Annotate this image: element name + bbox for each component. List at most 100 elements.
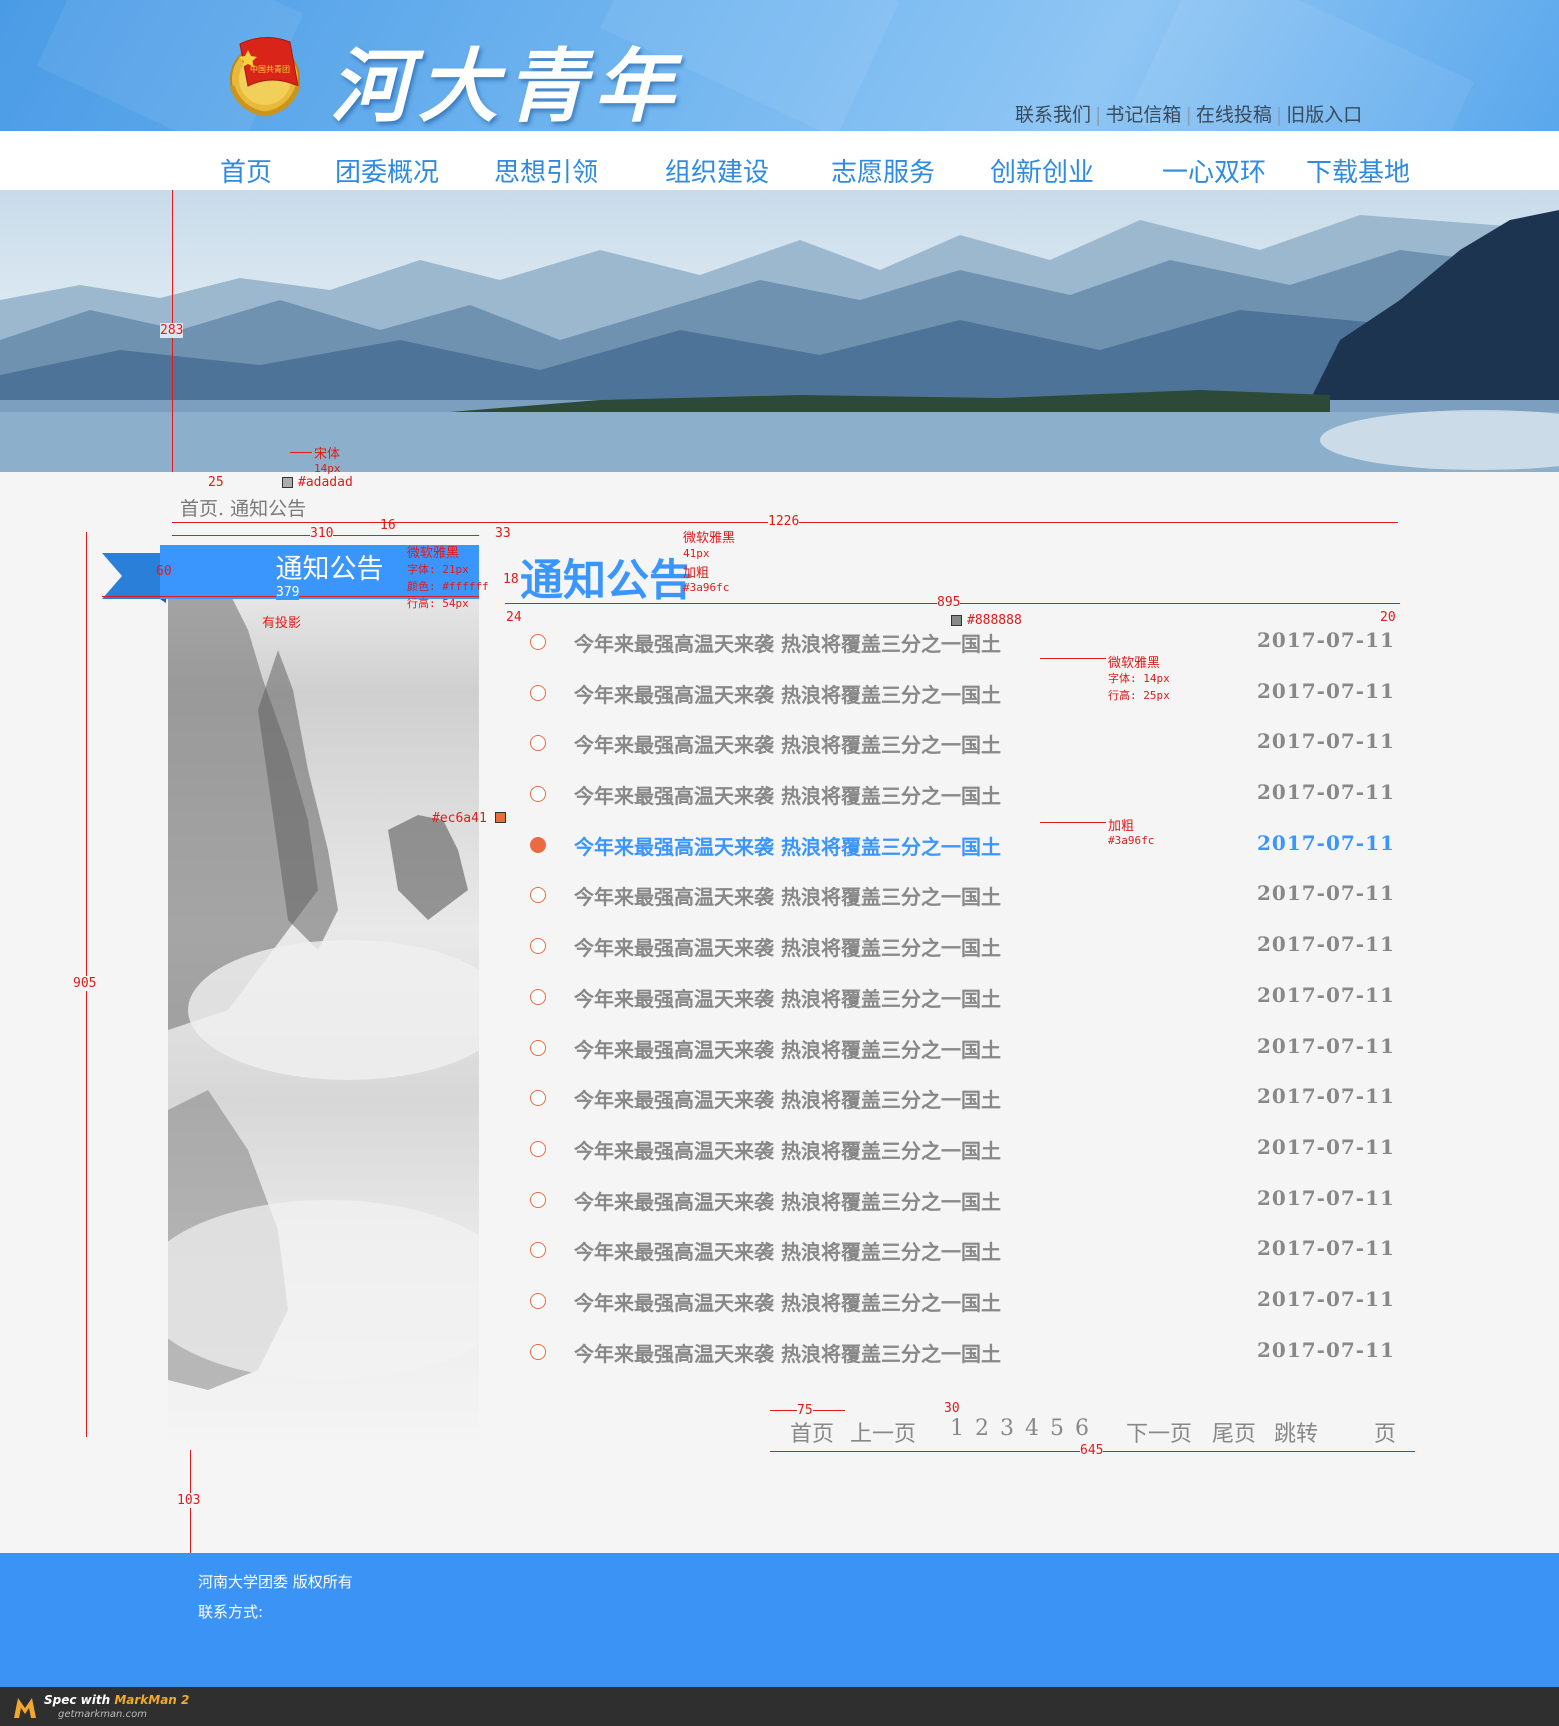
list-item[interactable]: 今年来最强高温天来袭 热浪将覆盖三分之一国土 2017-07-11: [520, 1220, 1415, 1271]
spec-crumb-offset: 25: [208, 475, 224, 490]
pager-page-3[interactable]: 3: [1000, 1416, 1014, 1441]
nav-item-innovation[interactable]: 创新创业: [990, 152, 1094, 189]
notice-date: 2017-07-11: [1257, 1134, 1395, 1159]
pager-first[interactable]: 首页: [790, 1416, 834, 1448]
notice-title[interactable]: 今年来最强高温天来袭 热浪将覆盖三分之一国土: [574, 932, 1001, 961]
list-item[interactable]: 今年来最强高温天来袭 热浪将覆盖三分之一国土 2017-07-11: [520, 1170, 1415, 1221]
pager-page-5[interactable]: 5: [1050, 1416, 1064, 1441]
list-item[interactable]: 今年来最强高温天来袭 热浪将覆盖三分之一国土 2017-07-11: [520, 1271, 1415, 1322]
spec-dot-color: #ec6a41: [432, 811, 487, 826]
bullet-dot-icon: [530, 684, 546, 701]
breadcrumb[interactable]: 首页. 通知公告: [180, 494, 306, 521]
list-item[interactable]: 今年来最强高温天来袭 热浪将覆盖三分之一国土 2017-07-11: [520, 967, 1415, 1018]
list-item[interactable]: 今年来最强高温天来袭 热浪将覆盖三分之一国土 2017-07-11: [520, 764, 1415, 815]
spec-title-color: #3a96fc: [683, 581, 730, 594]
list-item[interactable]: 今年来最强高温天来袭 热浪将覆盖三分之一国土 2017-07-11: [520, 865, 1415, 916]
nav-item-volunteer[interactable]: 志愿服务: [831, 152, 935, 189]
notice-title[interactable]: 今年来最强高温天来袭 热浪将覆盖三分之一国土: [574, 1236, 1001, 1265]
notice-date: 2017-07-11: [1257, 628, 1395, 652]
spec-ribbon-size: 字体: 21px: [407, 563, 469, 576]
list-item[interactable]: 今年来最强高温天来袭 热浪将覆盖三分之一国土 2017-07-11: [520, 713, 1415, 764]
pager-page-6[interactable]: 6: [1075, 1416, 1089, 1441]
notice-date: 2017-07-11: [1257, 982, 1395, 1007]
top-link-contact[interactable]: 联系我们: [1015, 104, 1091, 126]
spec-list-lh: 行高: 25px: [1108, 689, 1170, 702]
spec-list-right: 20: [1380, 610, 1396, 625]
notice-title[interactable]: 今年来最强高温天来袭 热浪将覆盖三分之一国土: [574, 1034, 1001, 1063]
top-link-secretary-mailbox[interactable]: 书记信箱: [1105, 104, 1181, 126]
notice-date: 2017-07-11: [1257, 1337, 1395, 1362]
spec-crumb-size: 14px: [314, 462, 341, 475]
bullet-dot-icon: [530, 1242, 546, 1259]
list-item[interactable]: 今年来最强高温天来袭 热浪将覆盖三分之一国土 2017-07-11: [520, 1018, 1415, 1069]
pager-jump[interactable]: 跳转: [1274, 1416, 1318, 1448]
spec-line: [1040, 822, 1106, 823]
spec-list-color: #888888: [967, 613, 1022, 628]
notice-title[interactable]: 今年来最强高温天来袭 热浪将覆盖三分之一国土: [574, 1287, 1001, 1316]
spec-ribbon-16: 16: [380, 518, 396, 533]
list-item[interactable]: 今年来最强高温天来袭 热浪将覆盖三分之一国土 2017-07-11: [520, 663, 1415, 714]
notice-title[interactable]: 今年来最强高温天来袭 热浪将覆盖三分之一国土: [574, 729, 1001, 758]
spec-ribbon-310: 310: [310, 526, 334, 541]
nav-item-league-overview[interactable]: 团委概况: [335, 152, 439, 189]
notice-title[interactable]: 今年来最强高温天来袭 热浪将覆盖三分之一国土: [574, 983, 1001, 1012]
notice-title[interactable]: 今年来最强高温天来袭 热浪将覆盖三分之一国土: [574, 1084, 1001, 1113]
bullet-dot-icon: [530, 1140, 546, 1157]
pager-prev[interactable]: 上一页: [850, 1416, 916, 1448]
pager-page-unit: 页: [1374, 1422, 1397, 1447]
site-footer: 河南大学团委 版权所有 联系方式:: [0, 1553, 1559, 1687]
pager-page-2[interactable]: 2: [975, 1416, 989, 1441]
nav-item-organization[interactable]: 组织建设: [665, 152, 769, 189]
list-item[interactable]: 今年来最强高温天来袭 热浪将覆盖三分之一国土 2017-07-11: [520, 815, 1415, 866]
youth-league-emblem-icon[interactable]: 中国共青团: [220, 24, 315, 119]
nav-item-ideology[interactable]: 思想引领: [494, 152, 598, 189]
notice-date: 2017-07-11: [1257, 932, 1395, 957]
markman-caption: Spec with MarkMan 2: [44, 1693, 190, 1707]
bullet-dot-icon: [530, 938, 546, 955]
bullet-dot-icon: [530, 1090, 546, 1107]
spec-title-size: 41px: [683, 547, 710, 560]
notice-date: 2017-07-11: [1257, 1084, 1395, 1109]
pager-page-4[interactable]: 4: [1025, 1416, 1039, 1441]
list-item[interactable]: 今年来最强高温天来袭 热浪将覆盖三分之一国土 2017-07-11: [520, 1068, 1415, 1119]
top-links: 联系我们 | 书记信箱 | 在线投稿 | 旧版入口: [1015, 100, 1362, 127]
notice-date: 2017-07-11: [1257, 729, 1395, 754]
sidebar-ink-landscape-image: [168, 590, 479, 1440]
nav-item-one-heart-two-rings[interactable]: 一心双环: [1162, 152, 1266, 189]
bullet-dot-icon: [530, 988, 546, 1005]
list-item[interactable]: 今年来最强高温天来袭 热浪将覆盖三分之一国土 2017-07-11: [520, 1119, 1415, 1170]
top-link-old-version[interactable]: 旧版入口: [1286, 104, 1362, 126]
notice-title[interactable]: 今年来最强高温天来袭 热浪将覆盖三分之一国土: [574, 780, 1001, 809]
site-title[interactable]: 河大青年: [330, 22, 682, 131]
markman-bar: Spec with MarkMan 2 getmarkman.com: [0, 1687, 1559, 1726]
notice-date: 2017-07-11: [1257, 780, 1395, 805]
notice-title[interactable]: 今年来最强高温天来袭 热浪将覆盖三分之一国土: [574, 881, 1001, 910]
list-item[interactable]: 今年来最强高温天来袭 热浪将覆盖三分之一国土 2017-07-11: [520, 916, 1415, 967]
nav-item-downloads[interactable]: 下载基地: [1306, 152, 1410, 189]
notice-title[interactable]: 今年来最强高温天来袭 热浪将覆盖三分之一国土: [574, 831, 1001, 860]
notice-title[interactable]: 今年来最强高温天来袭 热浪将覆盖三分之一国土: [574, 1135, 1001, 1164]
list-item[interactable]: 今年来最强高温天来袭 热浪将覆盖三分之一国土 2017-07-11: [520, 1322, 1415, 1373]
markman-url[interactable]: getmarkman.com: [58, 1709, 147, 1720]
pager-next[interactable]: 下一页: [1126, 1416, 1192, 1448]
pager-page-1[interactable]: 1: [950, 1416, 964, 1441]
notice-date: 2017-07-11: [1257, 678, 1395, 703]
notice-date: 2017-07-11: [1257, 830, 1395, 855]
notice-title[interactable]: 今年来最强高温天来袭 热浪将覆盖三分之一国土: [574, 1186, 1001, 1215]
spec-line: [290, 452, 312, 453]
spec-ribbon-lh: 行高: 54px: [407, 597, 469, 610]
spec-hover-bold: 加粗: [1108, 819, 1135, 834]
top-link-online-submission[interactable]: 在线投稿: [1196, 104, 1272, 126]
spec-title-font: 微软雅黑: [683, 531, 736, 546]
nav-item-home[interactable]: 首页: [220, 152, 272, 189]
bullet-dot-icon: [530, 786, 546, 803]
spec-hover-color: #3a96fc: [1108, 834, 1155, 847]
notice-title[interactable]: 今年来最强高温天来袭 热浪将覆盖三分之一国土: [574, 628, 1001, 657]
pager-last[interactable]: 尾页: [1212, 1416, 1256, 1448]
bullet-dot-icon: [530, 1039, 546, 1056]
notice-date: 2017-07-11: [1257, 1286, 1395, 1311]
spec-crumb-color: #adadad: [298, 475, 353, 490]
bullet-dot-icon: [530, 634, 546, 650]
notice-title[interactable]: 今年来最强高温天来袭 热浪将覆盖三分之一国土: [574, 1338, 1001, 1367]
notice-title[interactable]: 今年来最强高温天来袭 热浪将覆盖三分之一国土: [574, 679, 1001, 708]
